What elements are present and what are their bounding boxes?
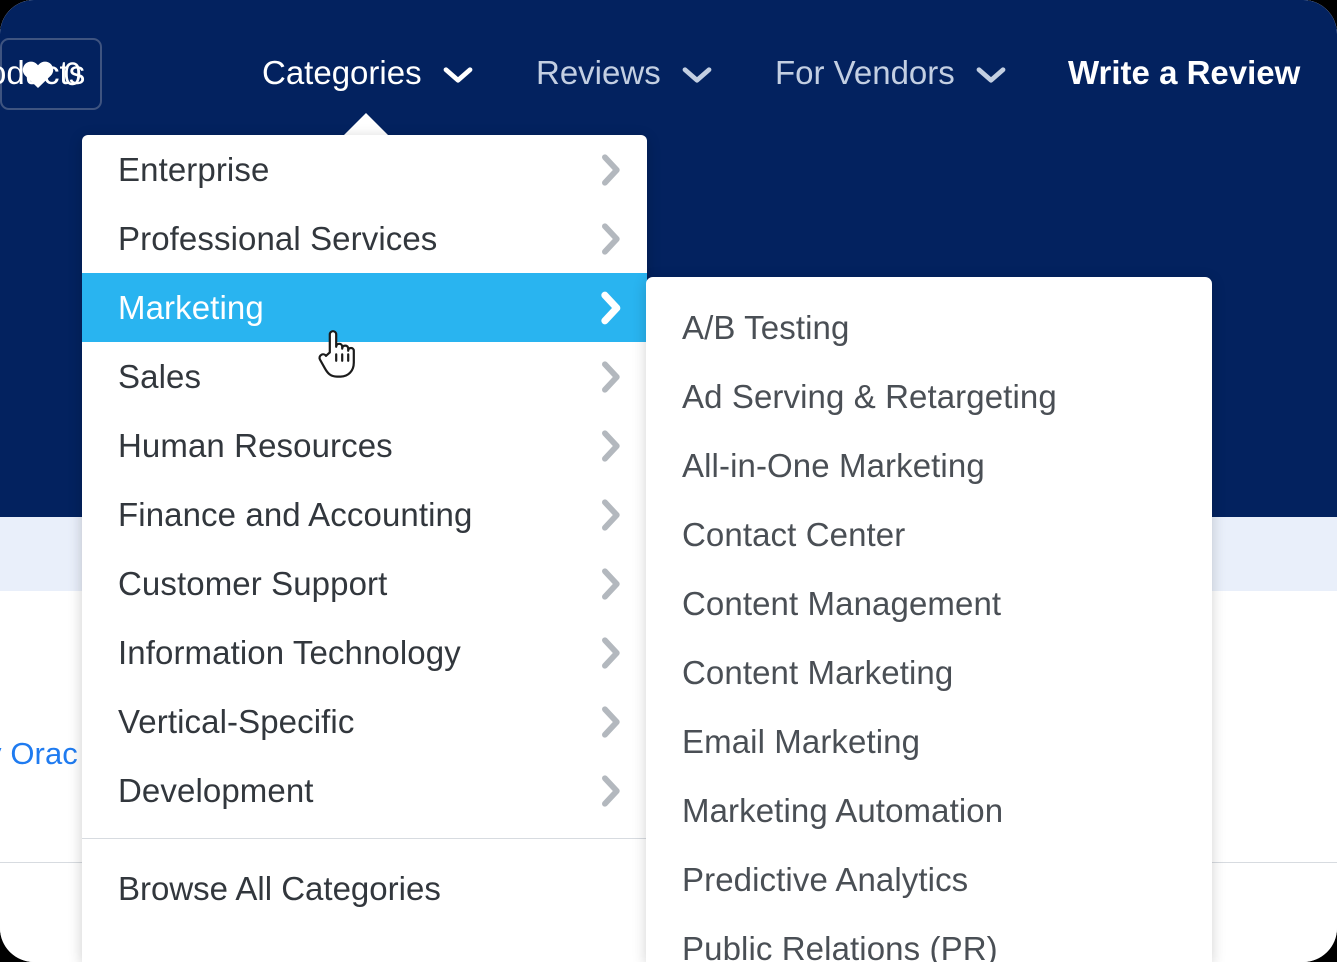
subcategory-item[interactable]: All-in-One Marketing	[646, 431, 1212, 500]
subcategory-item[interactable]: Content Management	[646, 569, 1212, 638]
write-a-review-button[interactable]: Write a Review	[1068, 38, 1300, 108]
category-item[interactable]: Human Resources	[82, 411, 647, 480]
subcategory-item-label: Marketing Automation	[682, 791, 1004, 829]
primary-navigation: oducts 0 Categories Reviews	[0, 38, 1300, 110]
subcategory-item[interactable]: Email Marketing	[646, 707, 1212, 776]
nav-item-reviews[interactable]: Reviews	[536, 38, 712, 108]
subcategory-item[interactable]: Public Relations (PR)	[646, 914, 1212, 962]
subcategory-item-label: Contact Center	[682, 515, 906, 553]
subcategory-item[interactable]: Ad Serving & Retargeting	[646, 362, 1212, 431]
subcategory-item[interactable]: Contact Center	[646, 500, 1212, 569]
category-item-label: Human Resources	[118, 426, 393, 464]
heart-icon	[21, 59, 55, 89]
subcategory-item-label: Content Management	[682, 584, 1002, 622]
subcategory-item-label: Ad Serving & Retargeting	[682, 377, 1057, 415]
marketing-submenu-panel: A/B Testing Ad Serving & Retargeting All-i…	[646, 277, 1212, 962]
category-item-label: Enterprise	[118, 150, 270, 188]
category-item[interactable]: Marketing	[82, 273, 647, 342]
nav-item-for-vendors[interactable]: For Vendors	[775, 38, 1006, 108]
category-item[interactable]: Sales	[82, 342, 647, 411]
category-item-label: Marketing	[118, 288, 264, 326]
chevron-down-icon	[976, 38, 1006, 108]
app-window: y Orac oducts 0 Categories Reviews	[0, 0, 1337, 962]
chevron-right-icon	[599, 636, 621, 670]
subcategory-item[interactable]: Marketing Automation	[646, 776, 1212, 845]
category-item[interactable]: Development	[82, 756, 647, 825]
chevron-right-icon	[599, 291, 621, 325]
categories-dropdown-panel: Enterprise Professional Services Marketing…	[82, 135, 647, 962]
category-item-label: Development	[118, 771, 314, 809]
subcategory-item[interactable]: A/B Testing	[646, 293, 1212, 362]
category-item[interactable]: Vertical-Specific	[82, 687, 647, 756]
category-item-label: Vertical-Specific	[118, 702, 355, 740]
nav-item-reviews-label: Reviews	[536, 54, 661, 91]
chevron-right-icon	[599, 360, 621, 394]
chevron-right-icon	[599, 153, 621, 187]
category-item[interactable]: Finance and Accounting	[82, 480, 647, 549]
category-item[interactable]: Information Technology	[82, 618, 647, 687]
category-item[interactable]: Enterprise	[82, 135, 647, 204]
category-item-label: Customer Support	[118, 564, 388, 602]
chevron-down-icon	[682, 38, 712, 108]
chevron-right-icon	[599, 705, 621, 739]
subcategory-item-label: A/B Testing	[682, 308, 850, 346]
category-item[interactable]: Customer Support	[82, 549, 647, 618]
subcategory-item[interactable]: Content Marketing	[646, 638, 1212, 707]
category-item-label: Information Technology	[118, 633, 461, 671]
browse-all-categories-label: Browse All Categories	[118, 870, 441, 907]
subcategory-item-label: Content Marketing	[682, 653, 954, 691]
category-list: Enterprise Professional Services Marketing…	[82, 135, 647, 825]
nav-item-categories[interactable]: Categories	[262, 38, 473, 108]
dropdown-pointer-caret	[342, 113, 390, 137]
background-link[interactable]: y Orac	[0, 736, 78, 772]
chevron-right-icon	[599, 429, 621, 463]
category-item-label: Sales	[118, 357, 202, 395]
nav-item-categories-label: Categories	[262, 54, 422, 91]
category-item-label: Finance and Accounting	[118, 495, 473, 533]
subcategory-item-label: All-in-One Marketing	[682, 446, 985, 484]
subcategory-item-label: Public Relations (PR)	[682, 929, 998, 962]
chevron-right-icon	[599, 567, 621, 601]
category-item[interactable]: Professional Services	[82, 204, 647, 273]
subcategory-item-label: Email Marketing	[682, 722, 921, 760]
chevron-right-icon	[599, 222, 621, 256]
browse-all-categories-item[interactable]: Browse All Categories	[82, 839, 647, 939]
nav-item-for-vendors-label: For Vendors	[775, 54, 955, 91]
marketing-subcategory-list: A/B Testing Ad Serving & Retargeting All-i…	[646, 293, 1212, 962]
category-item-label: Professional Services	[118, 219, 438, 257]
chevron-right-icon	[599, 774, 621, 808]
chevron-right-icon	[599, 498, 621, 532]
chevron-down-icon	[443, 38, 473, 108]
subcategory-item[interactable]: Predictive Analytics	[646, 845, 1212, 914]
subcategory-item-label: Predictive Analytics	[682, 860, 969, 898]
